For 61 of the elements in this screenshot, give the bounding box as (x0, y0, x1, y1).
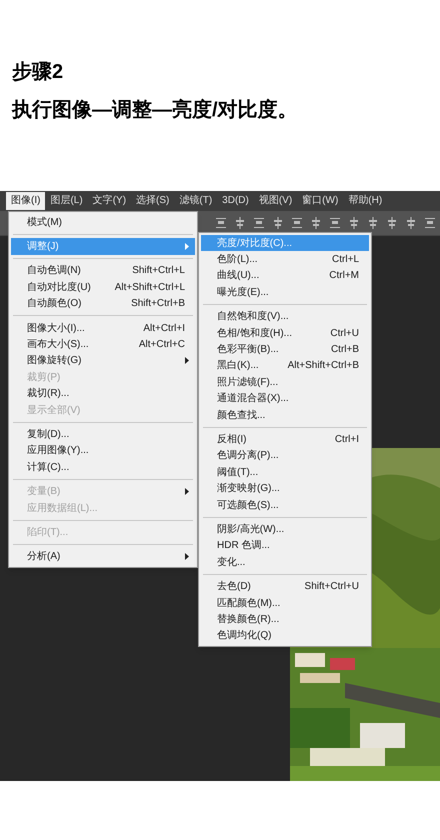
menu-item[interactable]: 黑白(K)... Alt+Shift+Ctrl+B (201, 358, 369, 374)
menu-item[interactable]: 画布大小(S)... Alt+Ctrl+C (11, 336, 195, 353)
menu-item[interactable]: 变化... (201, 554, 369, 570)
submenu-arrow-icon (185, 553, 189, 560)
menu-item[interactable]: 图像大小(I)... Alt+Ctrl+I (11, 320, 195, 336)
menu-item[interactable]: 照片滤镜(F)... (201, 374, 369, 391)
menu-bar-item[interactable]: 帮助(H) (343, 192, 388, 210)
align-icon[interactable] (424, 217, 436, 229)
menu-item[interactable]: 去色(D) Shift+Ctrl+U (201, 578, 369, 595)
menu-item[interactable]: HDR 色调... (201, 538, 369, 554)
align-icon[interactable] (329, 217, 341, 229)
menu-item[interactable]: 匹配颜色(M)... (201, 594, 369, 612)
menu-item[interactable]: 复制(D)... (11, 426, 195, 443)
menu-item[interactable]: 应用图像(Y)... (11, 442, 195, 460)
menu-item[interactable]: 替换颜色(R)... (201, 611, 369, 628)
menu-item[interactable]: 色相/饱和度(H)... Ctrl+U (201, 324, 369, 342)
menu-item[interactable]: 自动对比度(U) Alt+Shift+Ctrl+L (11, 279, 195, 296)
menu-item[interactable]: 色彩平衡(B)... Ctrl+B (201, 341, 369, 358)
menu-item[interactable]: 模式(M) (11, 214, 195, 230)
menu-item[interactable]: 色调均化(Q) (201, 628, 369, 644)
align-icon[interactable] (386, 217, 398, 229)
menu-bar-item[interactable]: 图像(I) (6, 192, 46, 210)
menu-item[interactable]: 阈值(T)... (201, 464, 369, 480)
menu-bar-item[interactable]: 图层(L) (45, 192, 88, 210)
submenu-arrow-icon (185, 488, 189, 496)
menu-item[interactable]: 分析(A) (11, 548, 195, 566)
menu-item[interactable]: 计算(C)... (11, 459, 195, 476)
menu-item[interactable]: 通道混合器(X)... (201, 390, 369, 407)
menu-item[interactable]: 渐变映射(G)... (201, 480, 369, 497)
menu-item[interactable]: 色调分离(P)... (201, 448, 369, 464)
menu-item[interactable]: 可选颜色(S)... (201, 496, 369, 514)
menu-bar-item[interactable]: 滤镜(T) (174, 192, 218, 210)
submenu-arrow-icon (185, 243, 189, 250)
menu-item[interactable]: 自然饱和度(V)... (201, 308, 369, 325)
menu-item[interactable]: 自动颜色(O) Shift+Ctrl+B (11, 296, 195, 312)
menu-item[interactable]: 色阶(L)... Ctrl+L (201, 251, 369, 268)
menu-item[interactable]: 裁切(R)... (11, 386, 195, 402)
align-icon[interactable] (272, 217, 284, 229)
align-icon[interactable] (291, 217, 303, 229)
menu-item[interactable]: 颜色查找... (201, 406, 369, 424)
menu-item[interactable]: 自动色调(N) Shift+Ctrl+L (11, 262, 195, 280)
step-heading: 步骤2 (12, 60, 64, 85)
menu-item[interactable]: 阴影/高光(W)... (201, 521, 369, 538)
menu-bar-item[interactable]: 选择(S) (131, 192, 174, 210)
menu-item[interactable]: 曝光度(E)... (201, 284, 369, 301)
align-icon[interactable] (234, 217, 246, 229)
menu-item[interactable]: 曲线(U)... Ctrl+M (201, 268, 369, 284)
menu-bar-item[interactable]: 视图(V) (254, 192, 298, 210)
menu-bar-item[interactable]: 文字(Y) (88, 192, 132, 210)
instruction-text: 执行图像—调整—亮度/对比度。 (12, 98, 299, 123)
menu-bar-item[interactable]: 窗口(W) (297, 192, 344, 210)
align-icon[interactable] (405, 217, 417, 229)
submenu-arrow-icon (185, 357, 189, 364)
align-icon[interactable] (348, 217, 360, 229)
align-icon[interactable] (215, 217, 227, 229)
menu-item[interactable]: 反相(I) Ctrl+I (201, 431, 369, 448)
align-icon[interactable] (367, 217, 379, 229)
menu-item[interactable]: 图像旋转(G) (11, 352, 195, 370)
menu-bar-item[interactable]: 3D(D) (217, 192, 254, 210)
align-icon[interactable] (253, 217, 265, 229)
align-icon[interactable] (310, 217, 322, 229)
